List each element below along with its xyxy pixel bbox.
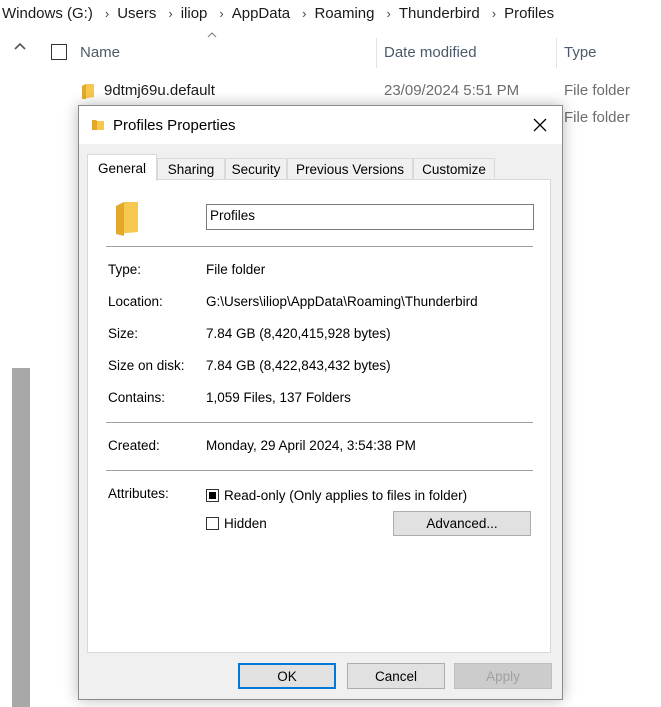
scrollbar-thumb[interactable] — [12, 368, 30, 707]
folder-icon — [112, 200, 142, 241]
tab-general[interactable]: General — [87, 154, 157, 181]
chevron-right-icon[interactable]: › — [374, 6, 398, 21]
chevron-right-icon[interactable]: › — [480, 6, 504, 21]
chevron-right-icon[interactable]: › — [290, 6, 314, 21]
advanced-button[interactable]: Advanced... — [393, 511, 531, 536]
breadcrumb-item[interactable]: Profiles — [504, 5, 554, 22]
file-row[interactable]: 9dtmj69u.default 23/09/2024 5:51 PM File… — [0, 78, 661, 104]
folder-icon — [91, 118, 105, 137]
breadcrumb-item[interactable]: AppData — [232, 5, 290, 22]
location-label: Location: — [108, 294, 163, 309]
properties-dialog: Profiles Properties General Sharing Secu… — [78, 105, 563, 700]
chevron-right-icon[interactable]: › — [93, 6, 117, 21]
column-divider[interactable] — [556, 38, 557, 68]
contains-label: Contains: — [108, 390, 166, 405]
size-on-disk-value: 7.84 GB (8,422,843,432 bytes) — [206, 358, 391, 373]
size-value: 7.84 GB (8,420,415,928 bytes) — [206, 326, 391, 341]
select-all-checkbox[interactable] — [51, 44, 67, 60]
dialog-titlebar[interactable]: Profiles Properties — [79, 106, 562, 144]
created-label: Created: — [108, 438, 160, 453]
tab-previous-versions[interactable]: Previous Versions — [287, 158, 413, 179]
tab-customize[interactable]: Customize — [413, 158, 495, 179]
divider — [106, 422, 533, 423]
folder-icon — [82, 84, 94, 103]
breadcrumb-item[interactable]: Roaming — [314, 5, 374, 22]
location-value: G:\Users\iliop\AppData\Roaming\Thunderbi… — [206, 294, 478, 309]
attributes-label: Attributes: — [108, 486, 169, 501]
file-name: 9dtmj69u.default — [104, 82, 215, 99]
size-on-disk-label: Size on disk: — [108, 358, 185, 373]
cancel-button[interactable]: Cancel — [347, 663, 445, 689]
file-type: File folder — [564, 82, 630, 99]
sort-ascending-icon — [207, 30, 217, 41]
scroll-up-icon[interactable] — [12, 38, 28, 54]
chevron-right-icon[interactable]: › — [156, 6, 180, 21]
breadcrumb-item[interactable]: Users — [117, 5, 156, 22]
column-header-name[interactable]: Name — [80, 36, 120, 68]
breadcrumb-item[interactable]: Windows (G:) — [0, 5, 93, 22]
type-label: Type: — [108, 262, 142, 277]
general-panel: Profiles Type: File folder Location: G:\… — [87, 179, 551, 653]
breadcrumb: Windows (G:) › Users › iliop › AppData ›… — [0, 0, 661, 26]
hidden-checkbox[interactable] — [206, 517, 219, 530]
column-header-type[interactable]: Type — [564, 36, 597, 68]
size-label: Size: — [108, 326, 139, 341]
readonly-checkbox[interactable] — [206, 489, 219, 502]
dialog-title: Profiles Properties — [113, 117, 236, 134]
type-value: File folder — [206, 262, 266, 277]
tab-sharing[interactable]: Sharing — [157, 158, 225, 179]
folder-name-input[interactable]: Profiles — [206, 204, 534, 230]
close-button[interactable] — [518, 106, 562, 144]
file-type: File folder — [564, 109, 630, 126]
breadcrumb-item[interactable]: Thunderbird — [399, 5, 480, 22]
column-header-date[interactable]: Date modified — [384, 36, 477, 68]
breadcrumb-item[interactable]: iliop — [181, 5, 208, 22]
column-divider[interactable] — [376, 38, 377, 68]
chevron-right-icon[interactable]: › — [207, 6, 231, 21]
tab-security[interactable]: Security — [225, 158, 287, 179]
divider — [106, 470, 533, 471]
file-date: 23/09/2024 5:51 PM — [384, 82, 520, 99]
created-value: Monday, 29 April 2024, 3:54:38 PM — [206, 438, 416, 453]
ok-button[interactable]: OK — [238, 663, 336, 689]
divider — [106, 246, 533, 247]
apply-button[interactable]: Apply — [454, 663, 552, 689]
contains-value: 1,059 Files, 137 Folders — [206, 390, 351, 405]
close-icon — [533, 118, 547, 132]
readonly-label[interactable]: Read-only (Only applies to files in fold… — [224, 488, 467, 503]
hidden-label[interactable]: Hidden — [224, 516, 267, 531]
